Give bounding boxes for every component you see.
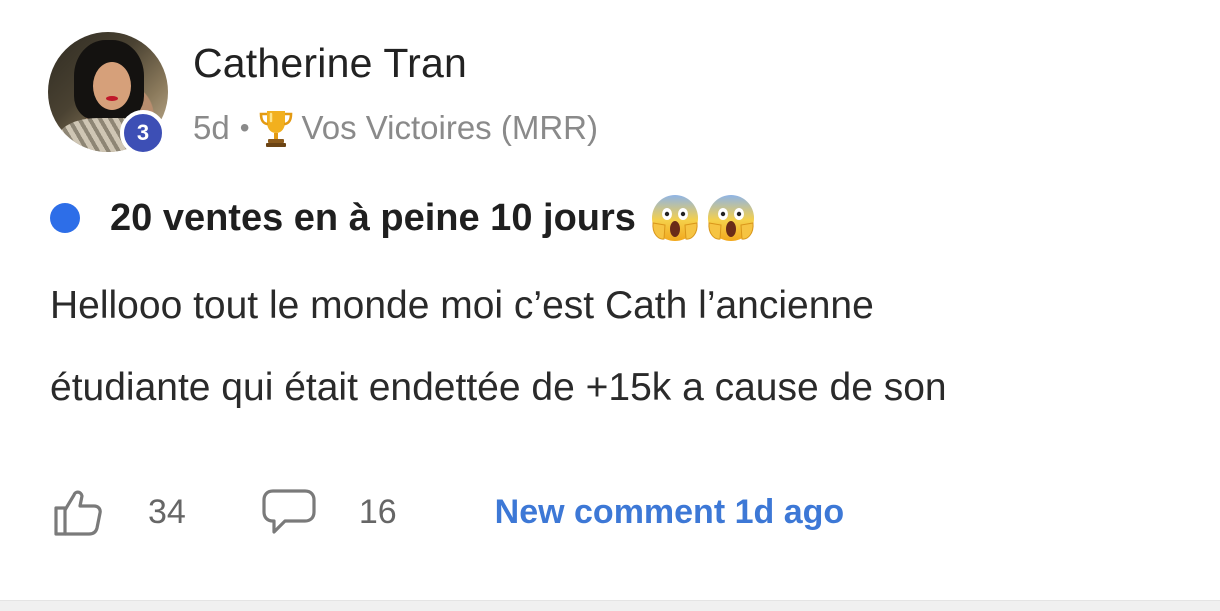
comment-bubble-icon — [262, 489, 316, 534]
avatar-face — [93, 62, 131, 110]
post-actions: 34 16 New comment 1d ago — [52, 482, 844, 542]
community-post[interactable]: 3 Catherine Tran 5d • Vos Victoires (MRR… — [0, 0, 1220, 600]
author-avatar[interactable]: 3 — [48, 32, 168, 156]
thumbs-up-icon — [54, 490, 102, 536]
post-title-row[interactable]: 20 ventes en à peine 10 jours — [50, 190, 756, 246]
like-button[interactable]: 34 — [52, 486, 186, 538]
post-body[interactable]: Hellooo tout le monde moi c’est Cath l’a… — [50, 284, 1180, 450]
post-meta: 5d • Vos Victoires (MRR) — [193, 106, 598, 150]
post-body-line: Hellooo tout le monde moi c’est Cath l’a… — [50, 284, 874, 327]
face-screaming-in-fear-icon — [707, 195, 754, 241]
face-screaming-in-fear-icon — [651, 195, 698, 241]
like-count: 34 — [148, 492, 186, 531]
trophy-icon — [259, 111, 292, 147]
avatar-lips — [106, 96, 118, 101]
new-comment-link[interactable]: New comment 1d ago — [495, 493, 845, 532]
post-time: 5d — [193, 109, 230, 146]
comment-count: 16 — [358, 492, 397, 531]
post-title[interactable]: 20 ventes en à peine 10 jours — [110, 197, 636, 240]
level-badge: 3 — [120, 110, 166, 156]
comment-button[interactable]: 16 — [261, 487, 397, 537]
post-body-line: étudiante qui était endettée de +15k a c… — [50, 366, 947, 409]
meta-separator: • — [239, 112, 250, 143]
unread-indicator — [50, 203, 80, 233]
post-category[interactable]: Vos Victoires (MRR) — [302, 109, 598, 147]
post-divider — [0, 600, 1220, 611]
author-name[interactable]: Catherine Tran — [193, 40, 467, 87]
